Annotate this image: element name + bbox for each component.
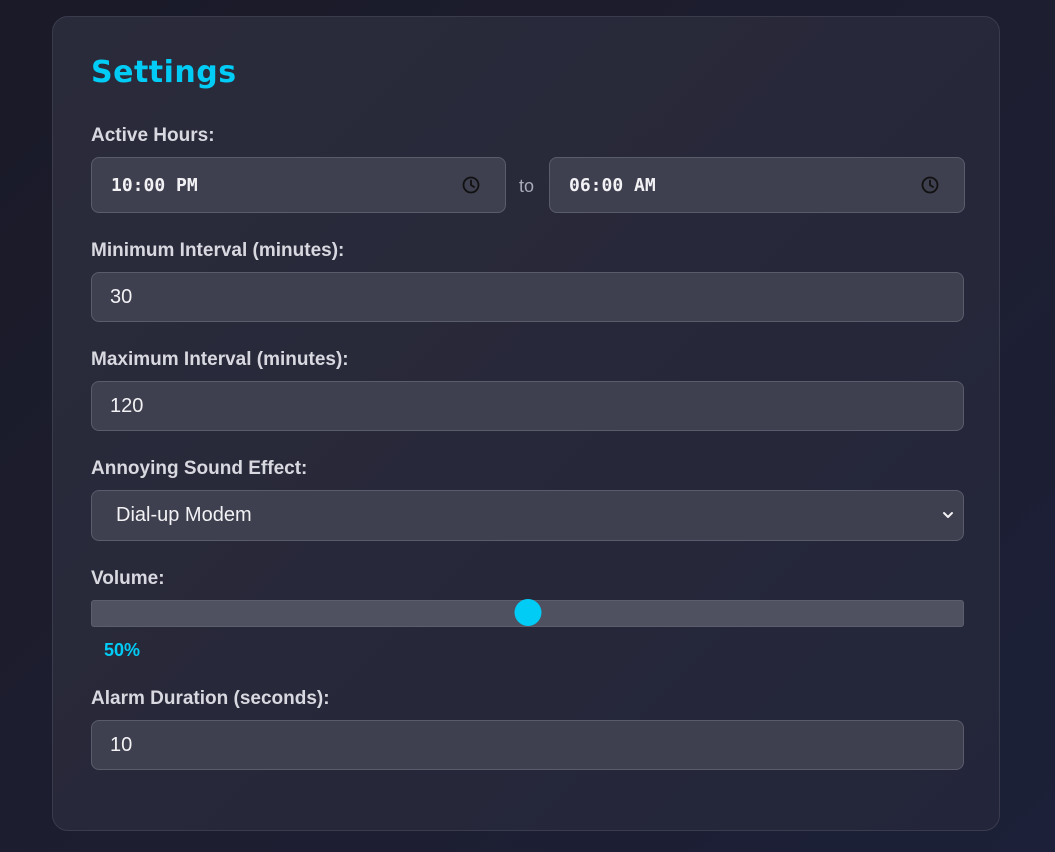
volume-value: 50% <box>104 640 141 660</box>
volume-label: Volume: <box>91 568 165 589</box>
chevron-down-icon <box>943 512 953 518</box>
active-hours-start-input[interactable]: 10:00 PM <box>91 157 506 213</box>
alarm-duration-label: Alarm Duration (seconds): <box>91 688 330 709</box>
max-interval-label: Maximum Interval (minutes): <box>91 349 349 370</box>
max-interval-value: 120 <box>110 394 144 417</box>
page-title: Settings <box>91 55 237 90</box>
alarm-duration-input[interactable]: 10 <box>91 720 964 770</box>
active-hours-end-value: 06:00 AM <box>569 174 656 196</box>
min-interval-value: 30 <box>110 285 133 308</box>
alarm-duration-value: 10 <box>110 733 133 756</box>
sound-effect-label: Annoying Sound Effect: <box>91 458 308 479</box>
clock-icon[interactable] <box>920 175 940 195</box>
min-interval-input[interactable]: 30 <box>91 272 964 322</box>
volume-slider-thumb[interactable] <box>514 599 541 626</box>
min-interval-label: Minimum Interval (minutes): <box>91 240 345 261</box>
active-hours-start-value: 10:00 PM <box>111 174 198 196</box>
active-hours-separator: to <box>519 176 535 196</box>
sound-effect-selected: Dial-up Modem <box>116 504 252 526</box>
max-interval-input[interactable]: 120 <box>91 381 964 431</box>
active-hours-label: Active Hours: <box>91 125 215 146</box>
sound-effect-select[interactable]: Dial-up Modem <box>91 490 964 541</box>
active-hours-end-input[interactable]: 06:00 AM <box>549 157 965 213</box>
settings-panel: Settings Active Hours: 10:00 PM to 06:00… <box>52 16 1000 831</box>
clock-icon[interactable] <box>461 175 481 195</box>
volume-slider[interactable] <box>91 599 964 627</box>
